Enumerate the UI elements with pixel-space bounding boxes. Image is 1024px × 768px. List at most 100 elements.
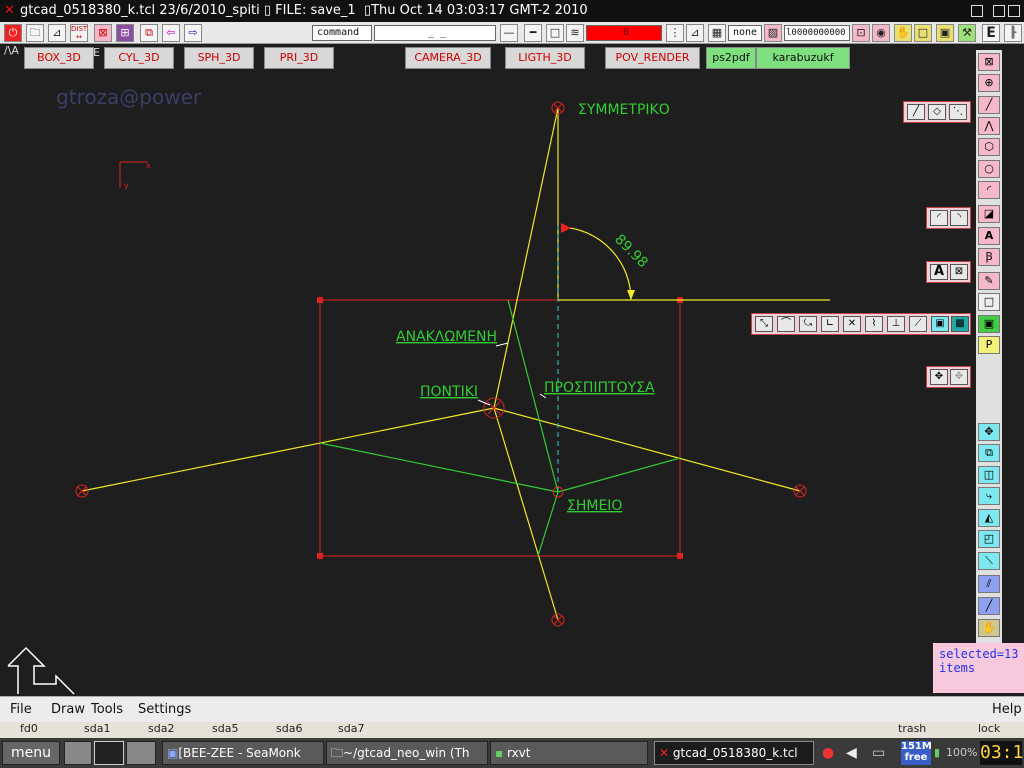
maximize-button[interactable] <box>993 5 1005 17</box>
duplicate-icon[interactable]: ◫ <box>978 466 1000 484</box>
dim-7-icon[interactable]: ⊥ <box>887 316 905 332</box>
open-icon[interactable]: 🗀 <box>26 24 44 42</box>
task-gtcad-active[interactable]: ✕ gtcad_0518380_k.tcl <box>654 741 814 765</box>
pdf-icon[interactable]: P <box>978 336 1000 354</box>
frame-icon[interactable]: ▣ <box>936 24 954 42</box>
brush-icon[interactable]: ✎ <box>978 272 1000 290</box>
text-box-icon[interactable]: ⊠ <box>950 264 968 280</box>
select-icon[interactable]: ⊠ <box>94 24 112 42</box>
menu-file[interactable]: File <box>10 702 32 717</box>
entry-field[interactable]: _ _ <box>374 25 496 41</box>
angle-value[interactable]: 89.98 <box>611 232 651 272</box>
arc2-icon[interactable]: ◝ <box>950 210 968 226</box>
drawing-svg[interactable]: gtroza@power x y ΣΥΜΜΕΤΡΙΚΟ ΑΝΑΚΛΩΜΕΝΗ Π… <box>0 44 976 696</box>
line-icon[interactable]: ╱ <box>907 104 925 120</box>
pattern-icon[interactable]: ▦ <box>708 24 726 42</box>
window-titlebar[interactable]: ✕ gtcad_0518380_k.tcl 23/6/2010_spiti ▯ … <box>0 0 1024 22</box>
arc-icon[interactable]: ◜ <box>930 210 948 226</box>
polygon-icon[interactable]: ⬡ <box>978 138 1000 156</box>
bits-field[interactable]: l0000000000 <box>784 25 850 41</box>
display-icon[interactable]: ▭ <box>872 745 885 761</box>
menu-tools[interactable]: Tools <box>91 702 123 717</box>
label-symmetric[interactable]: ΣΥΜΜΕΤΡΙΚΟ <box>578 102 670 118</box>
dim-8-icon[interactable]: ⟋ <box>909 316 927 332</box>
angle-icon[interactable]: ⊿ <box>686 24 704 42</box>
volume-icon[interactable]: ◀ <box>846 745 857 761</box>
polyline-icon[interactable]: ⋀ <box>978 117 1000 135</box>
split-icon[interactable]: ╟ <box>1004 24 1022 42</box>
task-rxvt[interactable]: ▪ rxvt <box>490 741 648 765</box>
move-disabled-icon[interactable]: ✥ <box>950 369 968 385</box>
grab-icon[interactable]: ✋ <box>978 619 1000 637</box>
layers-icon[interactable]: ≋ <box>566 24 584 42</box>
draw-arc-icon[interactable]: ◜ <box>978 181 1000 199</box>
camera-icon[interactable]: ◉ <box>872 24 890 42</box>
sph-3d-button[interactable]: SPH_3D <box>184 47 254 69</box>
box-3d-button[interactable]: BOX_3D <box>24 47 94 69</box>
e-icon[interactable]: E <box>982 24 1000 42</box>
hatch-lines-icon[interactable]: ⋱ <box>949 104 967 120</box>
task-seamonkey[interactable]: ▣[BEE-ZEE - SeaMonk <box>162 741 324 765</box>
clock[interactable]: 03:16 <box>980 741 1024 765</box>
ps2pdf-button[interactable]: ps2pdf <box>706 47 756 69</box>
dim-1-icon[interactable]: ⤡ <box>755 316 773 332</box>
label-reflected[interactable]: ΑΝΑΚΛΩΜΕΝΗ <box>396 329 497 345</box>
camera-3d-button[interactable]: CAMERA_3D <box>405 47 491 69</box>
trim-icon[interactable]: ⟍ <box>978 552 1000 570</box>
drawing-canvas[interactable]: gtroza@power x y ΣΥΜΜΕΤΡΙΚΟ ΑΝΑΚΛΩΜΕΝΗ Π… <box>0 44 976 696</box>
dim-9-icon[interactable]: ▣ <box>931 316 949 332</box>
extend-icon[interactable]: ╱ <box>978 597 1000 615</box>
desktop-icon-sda1[interactable]: sda1 <box>84 722 110 735</box>
power-icon[interactable]: ⏻ <box>4 24 22 42</box>
mirror-icon[interactable]: ◭ <box>978 509 1000 527</box>
tools-icon[interactable]: ⚒ <box>958 24 976 42</box>
line-style-icon[interactable]: — <box>500 24 518 42</box>
yellow-lines[interactable] <box>81 107 830 621</box>
select-box-icon[interactable]: ⊠ <box>978 53 1000 71</box>
dim-3-icon[interactable]: ⤿ <box>799 316 817 332</box>
draw-line-icon[interactable]: ╱ <box>978 96 1000 114</box>
circle-icon[interactable]: ○ <box>978 160 1000 178</box>
command-input[interactable]: command <box>312 25 372 41</box>
draw-text-icon[interactable]: A <box>978 227 1000 245</box>
copy-shapes-icon[interactable]: ⧉ <box>978 444 1000 462</box>
dim-10-icon[interactable]: ▩ <box>951 316 969 332</box>
color-field[interactable]: 0 <box>586 25 662 41</box>
cube-icon[interactable]: ▣ <box>978 315 1000 333</box>
desktop-2[interactable] <box>94 741 124 765</box>
pan-icon[interactable]: ✥ <box>978 423 1000 441</box>
grid-icon[interactable]: ⋮ <box>666 24 684 42</box>
dim-6-icon[interactable]: ⌇ <box>865 316 883 332</box>
graph-icon[interactable]: ⊿ <box>48 24 66 42</box>
pri-3d-button[interactable]: PRI_3D <box>264 47 334 69</box>
label-point[interactable]: ΣΗΜΕΙΟ <box>567 498 622 514</box>
text-icon[interactable]: A <box>930 264 948 280</box>
dim-2-icon[interactable]: ⌒ <box>777 316 795 332</box>
menu-help[interactable]: Help <box>992 702 1022 717</box>
diamond-icon[interactable]: ◇ <box>928 104 946 120</box>
offset-icon[interactable]: ⫽ <box>978 575 1000 593</box>
minimize-button[interactable] <box>971 5 983 17</box>
pov-render-button[interactable]: POV_RENDER <box>605 47 700 69</box>
desktop-icon-trash[interactable]: trash <box>898 722 926 735</box>
rectangle-icon[interactable]: □ <box>978 293 1000 311</box>
hatch-icon[interactable]: ▨ <box>764 24 782 42</box>
copy-icon[interactable]: ⧉ <box>140 24 158 42</box>
snap-icon[interactable]: ⊡ <box>852 24 870 42</box>
desktop-icon-sda5[interactable]: sda5 <box>212 722 238 735</box>
desktop-icon-sda6[interactable]: sda6 <box>276 722 302 735</box>
label-incident[interactable]: ΠΡΟΣΠΙΠΤΟΥΣΑ <box>544 380 655 396</box>
scale-icon[interactable]: ◰ <box>978 530 1000 548</box>
desktop-icon-sda7[interactable]: sda7 <box>338 722 364 735</box>
network-icon[interactable]: ● <box>822 745 834 761</box>
desktop-icon-sda2[interactable]: sda2 <box>148 722 174 735</box>
desktop-icon-fd0[interactable]: fd0 <box>20 722 38 735</box>
close-button[interactable] <box>1008 5 1020 17</box>
crosshair-icon[interactable]: ⊕ <box>978 74 1000 92</box>
undo-icon[interactable]: ⇦ <box>162 24 180 42</box>
line-width-icon[interactable]: ━ <box>524 24 542 42</box>
dim-5-icon[interactable]: ✕ <box>843 316 861 332</box>
cyl-3d-button[interactable]: CYL_3D <box>104 47 174 69</box>
desktop-icon-lock[interactable]: lock <box>978 722 1000 735</box>
ungroup-icon[interactable]: ⊞ <box>116 24 134 42</box>
